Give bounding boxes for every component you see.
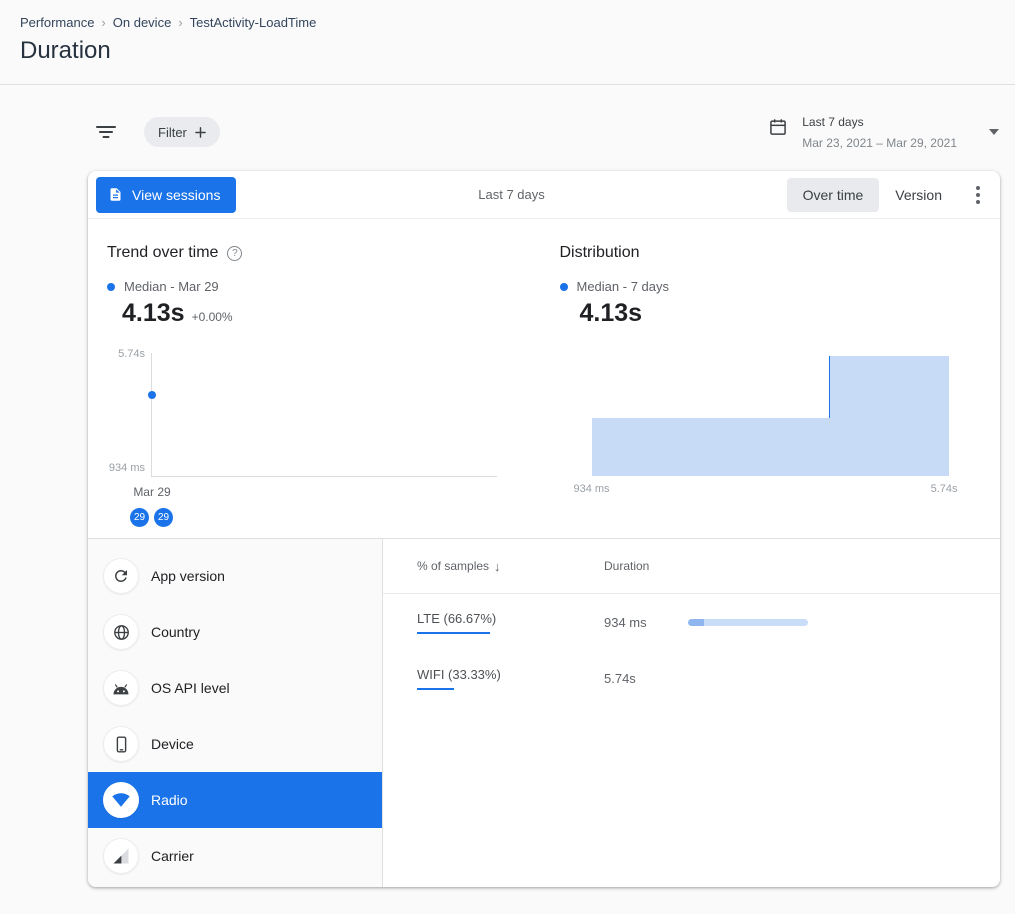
dimension-device[interactable]: Device [88,716,382,772]
add-filter-icon [195,127,206,138]
filter-chip[interactable]: Filter [144,117,220,147]
help-icon[interactable]: ? [227,246,242,261]
trend-over-time-panel: Trend over time ? Median - Mar 29 4.13s … [107,244,544,538]
samples-percent-track [417,632,527,635]
sessions-doc-icon [108,187,123,202]
duration-value: 5.74s [604,671,664,686]
dimension-label: Country [151,624,200,640]
duration-header-label: Duration [604,559,649,573]
distribution-x-axis-labels: 934 ms 5.74s [592,483,950,497]
trend-x-axis [151,476,497,477]
distribution-median-value: 4.13s [580,299,643,328]
phone-icon [103,726,139,762]
chevron-down-icon [989,129,999,135]
view-sessions-button[interactable]: View sessions [96,177,236,213]
android-icon [103,670,139,706]
wifi-icon [103,782,139,818]
dimension-app-version[interactable]: App version [88,548,382,604]
trend-x-tick-label: Mar 29 [129,485,175,499]
app-version-icon [103,558,139,594]
sort-by-samples-header[interactable]: % of samples ↓ [417,559,604,574]
trend-gridline [151,353,152,477]
dimension-os-api-level[interactable]: OS API level [88,660,382,716]
table-row[interactable]: WIFI (33.33%) 5.74s [383,650,1000,706]
histogram-bar [592,418,830,476]
legend-dot-icon [560,283,568,291]
trend-median-value: 4.13s [122,299,185,328]
table-header-row: % of samples ↓ Duration [383,539,1000,594]
trend-legend-label: Median - Mar 29 [124,279,219,294]
page-header: Performance › On device › TestActivity-L… [0,0,1015,85]
duration-value: 934 ms [604,615,664,630]
overflow-menu-icon[interactable] [966,180,990,210]
dimension-carrier[interactable]: Carrier [88,828,382,884]
slider-handle-end[interactable]: 29 [154,508,173,527]
samples-percent-track [417,688,527,691]
duration-card: View sessions Last 7 days Over time Vers… [88,171,1000,887]
distribution-x-max-label: 5.74s [931,483,958,495]
date-range-picker[interactable]: Last 7 days Mar 23, 2021 – Mar 29, 2021 [768,115,999,150]
breadcrumb-separator-icon: › [101,15,105,30]
tab-version[interactable]: Version [879,178,958,212]
date-range-value: Mar 23, 2021 – Mar 29, 2021 [802,136,957,150]
distribution-x-min-label: 934 ms [573,483,609,495]
slider-handle-start[interactable]: 29 [130,508,149,527]
dimension-label: Radio [151,792,188,808]
filter-chip-label: Filter [158,125,187,140]
signal-icon [103,838,139,874]
sort-descending-icon: ↓ [494,559,501,574]
samples-percent-bar [417,688,454,691]
trend-data-point [148,391,156,399]
table-row[interactable]: LTE (66.67%) 934 ms [383,594,1000,650]
page-title: Duration [20,37,995,65]
radio-type-label[interactable]: LTE (66.67%) [417,611,496,626]
breadcrumb-separator-icon: › [178,15,182,30]
dimension-label: App version [151,568,225,584]
distribution-panel: Distribution Median - 7 days 4.13s 934 m… [544,244,981,538]
charts-section: Trend over time ? Median - Mar 29 4.13s … [88,219,1000,538]
legend-dot-icon [107,283,115,291]
card-toolbar: View sessions Last 7 days Over time Vers… [88,171,1000,219]
breakdown-section: App version Country OS API level Device [88,538,1000,887]
samples-table: % of samples ↓ Duration LTE (66.67%) 934… [383,539,1000,887]
samples-header-label: % of samples [417,559,489,573]
period-label: Last 7 days [236,187,786,202]
dimension-radio[interactable]: Radio [88,772,382,828]
dimension-label: OS API level [151,680,230,696]
samples-percent-bar [417,632,490,635]
histogram-bar [830,356,950,476]
dimension-list: App version Country OS API level Device [88,539,383,887]
dimension-country[interactable]: Country [88,604,382,660]
view-sessions-label: View sessions [132,187,220,203]
dimension-label: Device [151,736,194,752]
trend-chart: 5.74s 934 ms [107,353,544,477]
calendar-icon [768,117,788,137]
radio-type-label[interactable]: WIFI (33.33%) [417,667,501,682]
tab-over-time[interactable]: Over time [787,178,880,212]
distribution-title: Distribution [560,244,640,262]
breadcrumb-performance[interactable]: Performance [20,15,94,30]
date-range-label: Last 7 days [802,115,957,129]
duration-range-bar [688,619,808,626]
view-toggle: Over time Version [787,178,958,212]
distribution-histogram [592,356,950,476]
distribution-legend-label: Median - 7 days [577,279,670,294]
trend-y-max-label: 5.74s [107,348,145,360]
date-range-slider: 29 29 [130,508,544,527]
globe-icon [103,614,139,650]
filter-list-icon[interactable] [96,125,116,139]
filter-bar: Filter Last 7 days Mar 23, 2021 – Mar 29… [96,109,999,155]
breadcrumb-trace-name[interactable]: TestActivity-LoadTime [190,15,317,30]
dimension-label: Carrier [151,848,194,864]
breadcrumb: Performance › On device › TestActivity-L… [20,15,995,30]
trend-delta: +0.00% [192,310,233,324]
trend-title: Trend over time [107,244,218,262]
trend-y-min-label: 934 ms [107,462,145,474]
breadcrumb-on-device[interactable]: On device [113,15,172,30]
